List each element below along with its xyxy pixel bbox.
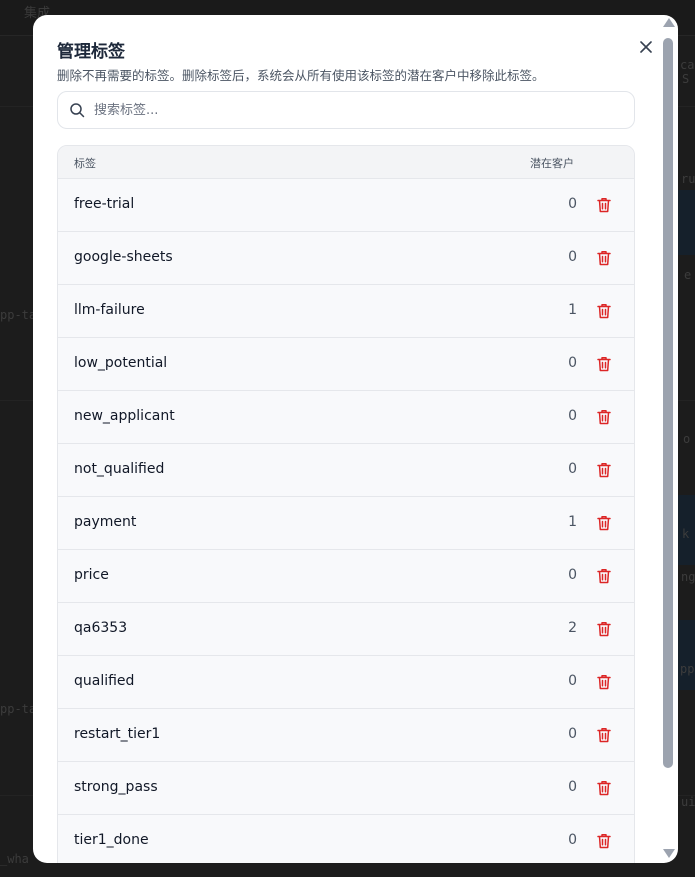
trash-icon bbox=[597, 622, 611, 637]
background-text: _wha bbox=[0, 852, 29, 866]
trash-icon bbox=[597, 463, 611, 478]
background-text: ng bbox=[681, 570, 695, 584]
lead-count: 1 bbox=[568, 302, 577, 318]
lead-count: 0 bbox=[568, 196, 577, 212]
trash-icon bbox=[597, 675, 611, 690]
lead-count: 0 bbox=[568, 779, 577, 795]
tag-name: restart_tier1 bbox=[74, 726, 161, 742]
trash-icon bbox=[597, 834, 611, 849]
background-text: ru bbox=[681, 172, 695, 186]
lead-count: 0 bbox=[568, 461, 577, 477]
delete-tag-button[interactable] bbox=[595, 831, 613, 851]
search-box bbox=[57, 91, 635, 129]
tag-name: qualified bbox=[74, 673, 135, 689]
trash-icon bbox=[597, 251, 611, 266]
background-text: S bbox=[682, 72, 690, 86]
table-row: price 0 bbox=[58, 550, 634, 603]
tag-name: strong_pass bbox=[74, 779, 158, 795]
lead-count: 0 bbox=[568, 355, 577, 371]
close-icon bbox=[640, 41, 652, 53]
background-text: e bbox=[684, 268, 692, 282]
table-row: qa6353 2 bbox=[58, 603, 634, 656]
background-text: pp-ta bbox=[0, 702, 37, 716]
delete-tag-button[interactable] bbox=[595, 672, 613, 692]
manage-tags-dialog: 管理标签 删除不再需要的标签。删除标签后，系统会从所有使用该标签的潜在客户中移除… bbox=[33, 15, 678, 863]
background-text: k bbox=[682, 527, 690, 541]
table-row: payment 1 bbox=[58, 497, 634, 550]
lead-count: 0 bbox=[568, 832, 577, 848]
delete-tag-button[interactable] bbox=[595, 778, 613, 798]
tags-table: 标签 潜在客户 free-trial 0 google-sheets 0 llm-fai… bbox=[57, 145, 635, 863]
column-header-tag: 标签 bbox=[74, 157, 96, 170]
table-body: free-trial 0 google-sheets 0 llm-failure 1 low… bbox=[58, 179, 634, 863]
tag-name: low_potential bbox=[74, 355, 168, 371]
table-row: free-trial 0 bbox=[58, 179, 634, 232]
delete-tag-button[interactable] bbox=[595, 725, 613, 745]
delete-tag-button[interactable] bbox=[595, 407, 613, 427]
table-row: tier1_done 0 bbox=[58, 815, 634, 863]
tag-name: tier1_done bbox=[74, 832, 149, 848]
delete-tag-button[interactable] bbox=[595, 460, 613, 480]
lead-count: 0 bbox=[568, 249, 577, 265]
delete-tag-button[interactable] bbox=[595, 354, 613, 374]
search-icon bbox=[70, 103, 85, 118]
trash-icon bbox=[597, 781, 611, 796]
table-row: low_potential 0 bbox=[58, 338, 634, 391]
delete-tag-button[interactable] bbox=[595, 248, 613, 268]
column-header-lead-count: 潜在客户 bbox=[530, 157, 574, 170]
tag-name: price bbox=[74, 567, 109, 583]
table-row: strong_pass 0 bbox=[58, 762, 634, 815]
table-row: restart_tier1 0 bbox=[58, 709, 634, 762]
delete-tag-button[interactable] bbox=[595, 513, 613, 533]
background-text: pp bbox=[680, 662, 695, 676]
delete-tag-button[interactable] bbox=[595, 566, 613, 586]
table-row: llm-failure 1 bbox=[58, 285, 634, 338]
scrollbar[interactable] bbox=[662, 18, 675, 860]
trash-icon bbox=[597, 516, 611, 531]
search-input[interactable] bbox=[94, 92, 624, 128]
background-card bbox=[676, 620, 695, 690]
dialog-subtitle: 删除不再需要的标签。删除标签后，系统会从所有使用该标签的潜在客户中移除此标签。 bbox=[57, 68, 545, 83]
delete-tag-button[interactable] bbox=[595, 301, 613, 321]
table-row: new_applicant 0 bbox=[58, 391, 634, 444]
scroll-down-arrow-icon[interactable] bbox=[663, 849, 675, 858]
table-header: 标签 潜在客户 bbox=[58, 146, 634, 179]
lead-count: 1 bbox=[568, 514, 577, 530]
background-text: pp-ta bbox=[0, 308, 37, 322]
trash-icon bbox=[597, 569, 611, 584]
delete-tag-button[interactable] bbox=[595, 619, 613, 639]
lead-count: 2 bbox=[568, 620, 577, 636]
scroll-up-arrow-icon[interactable] bbox=[663, 18, 675, 27]
tag-name: not_qualified bbox=[74, 461, 165, 477]
dialog-title: 管理标签 bbox=[57, 42, 125, 62]
background-text: o bbox=[683, 432, 691, 446]
trash-icon bbox=[597, 198, 611, 213]
lead-count: 0 bbox=[568, 726, 577, 742]
trash-icon bbox=[597, 304, 611, 319]
table-row: qualified 0 bbox=[58, 656, 634, 709]
lead-count: 0 bbox=[568, 673, 577, 689]
trash-icon bbox=[597, 357, 611, 372]
table-row: not_qualified 0 bbox=[58, 444, 634, 497]
trash-icon bbox=[597, 410, 611, 425]
background-text: ca bbox=[680, 58, 695, 72]
background-text: ui bbox=[681, 795, 695, 809]
lead-count: 0 bbox=[568, 408, 577, 424]
trash-icon bbox=[597, 728, 611, 743]
scrollbar-thumb[interactable] bbox=[663, 38, 673, 768]
table-row: google-sheets 0 bbox=[58, 232, 634, 285]
delete-tag-button[interactable] bbox=[595, 195, 613, 215]
tag-name: free-trial bbox=[74, 196, 135, 212]
tag-name: qa6353 bbox=[74, 620, 128, 636]
tag-name: new_applicant bbox=[74, 408, 175, 424]
tag-name: llm-failure bbox=[74, 302, 145, 318]
tag-name: payment bbox=[74, 514, 137, 530]
tag-name: google-sheets bbox=[74, 249, 173, 265]
lead-count: 0 bbox=[568, 567, 577, 583]
background-card bbox=[676, 190, 695, 255]
close-button[interactable] bbox=[636, 37, 656, 57]
